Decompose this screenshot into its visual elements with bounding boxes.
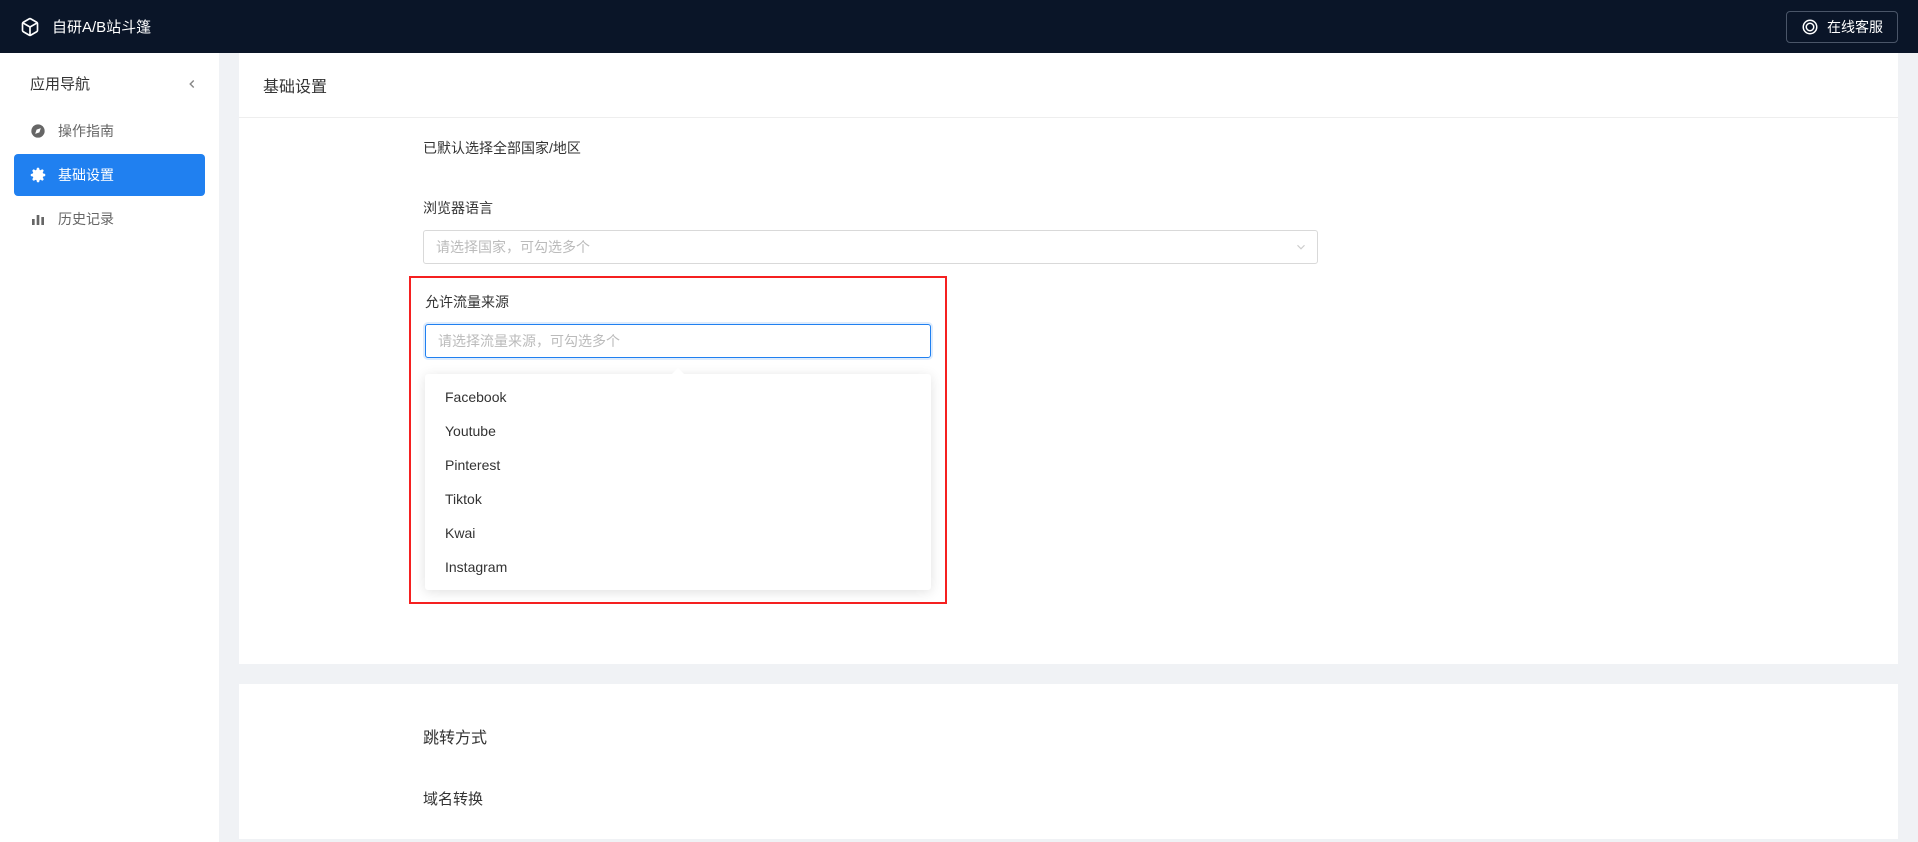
dropdown-option-facebook[interactable]: Facebook bbox=[425, 380, 931, 414]
sidebar-item-label: 基础设置 bbox=[58, 165, 114, 185]
compass-icon bbox=[30, 123, 46, 139]
sidebar-item-guide[interactable]: 操作指南 bbox=[14, 110, 205, 152]
traffic-source-group: 允许流量来源 请选择流量来源，可勾选多个 Facebook bbox=[425, 292, 931, 590]
card-body: 跳转方式 域名转换 bbox=[239, 684, 1898, 839]
browser-lang-group: 浏览器语言 请选择国家，可勾选多个 bbox=[423, 198, 1874, 264]
sidebar-menu: 操作指南 基础设置 历史记录 bbox=[0, 110, 219, 240]
redirect-card: 跳转方式 域名转换 bbox=[239, 684, 1898, 839]
main-layout: 应用导航 操作指南 基础设置 bbox=[0, 53, 1918, 842]
main-content: 基础设置 已默认选择全部国家/地区 浏览器语言 请选择国家，可勾选多个 bbox=[219, 53, 1918, 842]
redirect-method-title: 跳转方式 bbox=[423, 724, 1874, 748]
dropdown-option-instagram[interactable]: Instagram bbox=[425, 550, 931, 584]
sidebar: 应用导航 操作指南 基础设置 bbox=[0, 53, 219, 842]
sidebar-title: 应用导航 bbox=[30, 73, 90, 94]
dropdown-option-pinterest[interactable]: Pinterest bbox=[425, 448, 931, 482]
sidebar-item-history[interactable]: 历史记录 bbox=[14, 198, 205, 240]
customer-service-label: 在线客服 bbox=[1827, 17, 1883, 37]
app-title: 自研A/B站斗篷 bbox=[52, 16, 151, 37]
browser-lang-label: 浏览器语言 bbox=[423, 198, 1874, 218]
card-body: 已默认选择全部国家/地区 浏览器语言 请选择国家，可勾选多个 允许流量 bbox=[239, 118, 1898, 664]
card-header: 基础设置 bbox=[239, 53, 1898, 118]
traffic-source-select[interactable]: 请选择流量来源，可勾选多个 Facebook Youtube Pinterest… bbox=[425, 324, 931, 590]
chevron-down-icon bbox=[1294, 240, 1308, 254]
settings-card: 基础设置 已默认选择全部国家/地区 浏览器语言 请选择国家，可勾选多个 bbox=[239, 53, 1898, 664]
browser-lang-select[interactable]: 请选择国家，可勾选多个 bbox=[423, 230, 1318, 264]
select-placeholder: 请选择国家，可勾选多个 bbox=[436, 237, 590, 257]
sidebar-item-settings[interactable]: 基础设置 bbox=[14, 154, 205, 196]
header-left: 自研A/B站斗篷 bbox=[20, 16, 151, 37]
domain-convert-title: 域名转换 bbox=[423, 788, 1874, 809]
chart-icon bbox=[30, 211, 46, 227]
gear-icon bbox=[30, 167, 46, 183]
select-input[interactable]: 请选择国家，可勾选多个 bbox=[423, 230, 1318, 264]
dropdown-arrow-icon bbox=[672, 368, 684, 374]
chevron-left-icon[interactable] bbox=[185, 77, 199, 91]
sidebar-item-label: 操作指南 bbox=[58, 121, 114, 141]
card-title: 基础设置 bbox=[263, 73, 1874, 97]
dropdown-option-youtube[interactable]: Youtube bbox=[425, 414, 931, 448]
select-input[interactable]: 请选择流量来源，可勾选多个 bbox=[425, 324, 931, 358]
select-placeholder: 请选择流量来源，可勾选多个 bbox=[438, 331, 620, 351]
traffic-source-dropdown: Facebook Youtube Pinterest Tiktok Kwai I… bbox=[425, 374, 931, 590]
sidebar-item-label: 历史记录 bbox=[58, 209, 114, 229]
cube-icon bbox=[20, 17, 40, 37]
sidebar-header: 应用导航 bbox=[0, 53, 219, 110]
app-header: 自研A/B站斗篷 在线客服 bbox=[0, 0, 1918, 53]
traffic-source-label: 允许流量来源 bbox=[425, 292, 931, 312]
highlight-box: 允许流量来源 请选择流量来源，可勾选多个 Facebook bbox=[409, 276, 947, 604]
dropdown-option-kwai[interactable]: Kwai bbox=[425, 516, 931, 550]
dropdown-option-tiktok[interactable]: Tiktok bbox=[425, 482, 931, 516]
default-country-text: 已默认选择全部国家/地区 bbox=[423, 138, 1874, 158]
headset-icon bbox=[1801, 18, 1819, 36]
customer-service-button[interactable]: 在线客服 bbox=[1786, 11, 1898, 43]
header-right: 在线客服 bbox=[1786, 11, 1898, 43]
